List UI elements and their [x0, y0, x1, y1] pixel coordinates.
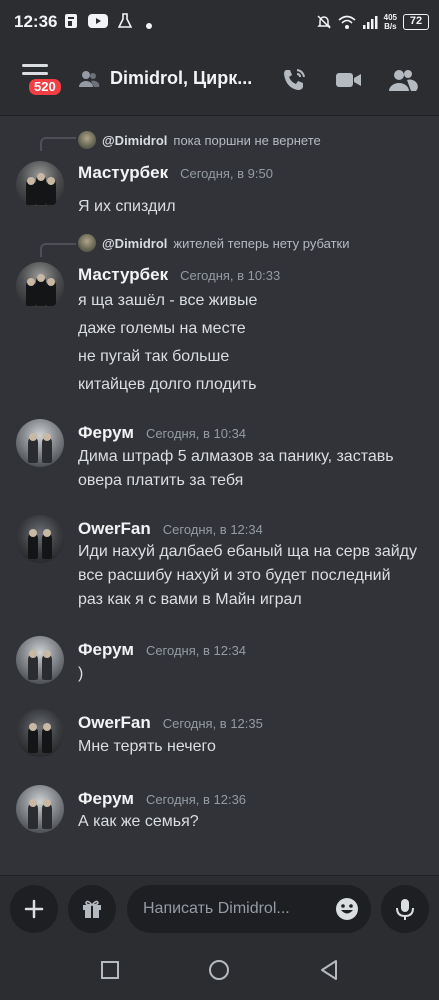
author-name[interactable]: Ферум	[78, 789, 134, 809]
author-name[interactable]: Мастурбек	[78, 163, 168, 183]
message-text: Дима штраф 5 алмазов за панику, заставь	[78, 448, 394, 465]
author-name[interactable]: Мастурбек	[78, 265, 168, 285]
message-text: не пугай так больше	[78, 348, 230, 365]
avatar[interactable]	[16, 709, 64, 757]
signal-icon	[362, 16, 378, 29]
emoji-icon[interactable]	[335, 897, 359, 921]
message-text: Я их спиздил	[78, 198, 176, 215]
message-list[interactable]: @Dimidrol пока поршни не вернете Мастурб…	[0, 117, 439, 875]
plus-icon	[24, 899, 44, 919]
system-nav-bar	[0, 940, 439, 1000]
avatar[interactable]	[16, 636, 64, 684]
group-dm-icon	[79, 71, 100, 87]
recent-apps-icon[interactable]	[98, 958, 122, 982]
voice-message-button[interactable]	[381, 885, 429, 933]
message-text: я ща зашёл - все живые	[78, 292, 258, 309]
message-composer	[0, 875, 439, 940]
reply-reference[interactable]: @Dimidrol жителей теперь нету рубатки	[78, 233, 350, 253]
mute-bell-icon	[316, 15, 331, 29]
avatar[interactable]	[16, 262, 64, 310]
avatar[interactable]	[16, 161, 64, 209]
attach-button[interactable]	[10, 885, 58, 933]
avatar[interactable]	[16, 515, 64, 563]
notification-app-icon	[65, 14, 77, 28]
microphone-icon	[396, 899, 414, 920]
message-text: А как же семья?	[78, 813, 199, 830]
timestamp: Сегодня, в 10:33	[180, 268, 281, 283]
voice-call-icon[interactable]	[278, 64, 310, 96]
unread-badge: 520	[26, 76, 64, 98]
author-name[interactable]: OwerFan	[78, 519, 151, 539]
wifi-icon	[338, 15, 356, 29]
home-icon[interactable]	[207, 958, 231, 982]
message-text: китайцев долго плодить	[78, 376, 257, 393]
author-name[interactable]: Ферум	[78, 423, 134, 443]
flask-icon	[118, 13, 132, 28]
channel-title[interactable]: Dimidrol, Цирк...	[110, 68, 270, 89]
author-name[interactable]: OwerFan	[78, 713, 151, 733]
channel-header: 520 Dimidrol, Цирк...	[0, 44, 439, 116]
youtube-icon	[88, 14, 108, 28]
reply-avatar	[78, 131, 96, 149]
message-text: все расшибу нахуй и это будет последний	[78, 567, 391, 584]
message-text: овера платить за тебя	[78, 472, 244, 489]
avatar[interactable]	[16, 419, 64, 467]
message-input[interactable]	[143, 885, 323, 933]
status-bar: 12:36 405 B/s 72	[0, 0, 439, 44]
reply-reference[interactable]: @Dimidrol пока поршни не вернете	[78, 130, 321, 150]
menu-button[interactable]: 520	[18, 64, 64, 104]
video-call-icon[interactable]	[332, 64, 364, 96]
timestamp: Сегодня, в 12:34	[145, 643, 247, 658]
message-input-wrapper	[127, 885, 371, 933]
reply-avatar	[78, 234, 96, 252]
message-text: Иди нахуй далбаеб ебаный ща на серв зайд…	[78, 543, 417, 560]
message-text: )	[78, 665, 84, 682]
timestamp: Сегодня, в 12:34	[162, 522, 263, 537]
timestamp: Сегодня, в 10:34	[145, 426, 247, 441]
message-text: раз как я с вами в Майн играл	[78, 591, 302, 608]
members-icon[interactable]	[386, 64, 418, 96]
dot-icon	[146, 23, 152, 29]
battery-indicator: 72	[403, 14, 429, 30]
gift-icon	[83, 900, 101, 918]
back-icon[interactable]	[317, 958, 341, 982]
message-text: даже големы на месте	[78, 320, 246, 337]
timestamp: Сегодня, в 12:36	[145, 792, 247, 807]
timestamp: Сегодня, в 9:50	[180, 166, 273, 181]
gift-button[interactable]	[68, 885, 116, 933]
timestamp: Сегодня, в 12:35	[162, 716, 263, 731]
status-right: 405 B/s 72	[316, 11, 429, 33]
message-text: Мне терять нечего	[78, 738, 216, 755]
author-name[interactable]: Ферум	[78, 640, 134, 660]
net-speed: 405 B/s	[383, 13, 397, 31]
status-time: 12:36	[14, 12, 58, 31]
avatar[interactable]	[16, 785, 64, 833]
